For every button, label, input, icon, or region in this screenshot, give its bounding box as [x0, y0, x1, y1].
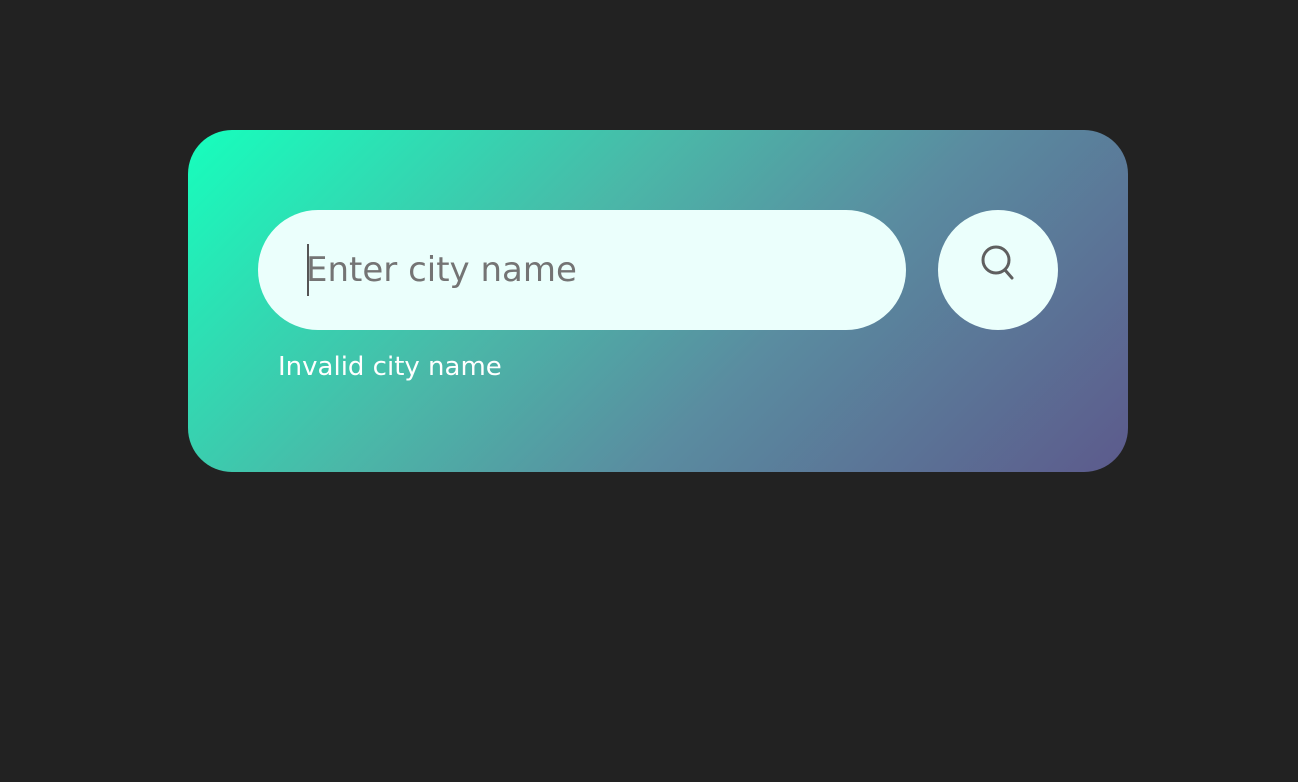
- search-icon: [981, 245, 1014, 280]
- search-row: [258, 210, 1058, 330]
- weather-search-card: Invalid city name: [188, 130, 1128, 472]
- error-message: Invalid city name: [278, 352, 502, 382]
- city-search-input[interactable]: [306, 244, 866, 296]
- search-button[interactable]: [938, 210, 1058, 330]
- text-caret: [307, 244, 309, 296]
- city-search-field[interactable]: [258, 210, 906, 330]
